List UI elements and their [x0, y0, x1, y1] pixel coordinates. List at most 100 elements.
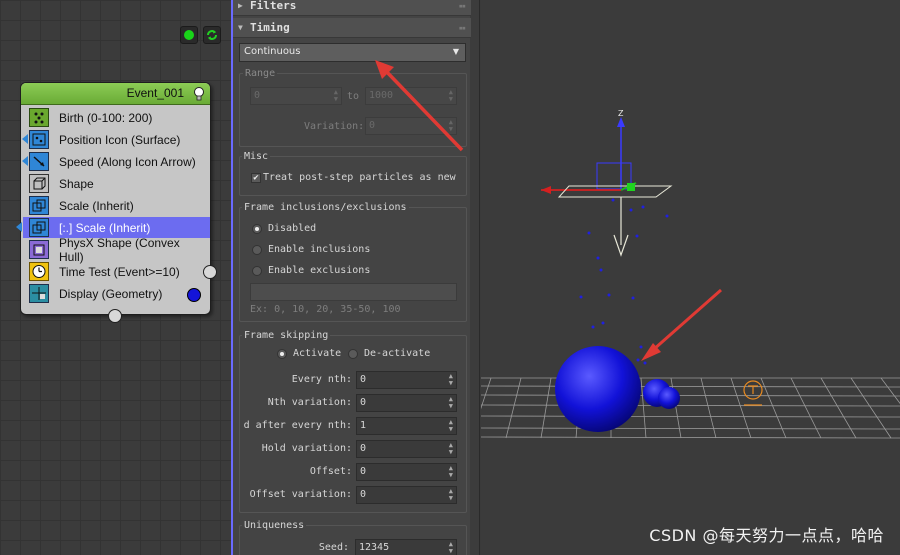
- input-arrow-icon: [16, 222, 22, 232]
- physx-shape-icon: [29, 240, 49, 259]
- operator-label: Time Test (Event>=10): [59, 264, 180, 279]
- event-input-socket[interactable]: [108, 309, 122, 323]
- event-node[interactable]: Event_001 Birth (0-100: 200) Position Ic…: [16, 82, 211, 315]
- offset-variation-label: Offset variation:: [249, 489, 352, 500]
- watermark: CSDN @每天努力一点点，哈哈: [649, 526, 884, 545]
- spinner-value: 0: [360, 397, 367, 408]
- spinner-value: 0: [360, 466, 367, 477]
- green-light-icon: [184, 30, 194, 40]
- scale-icon: [29, 196, 49, 215]
- refresh-icon: [207, 30, 217, 40]
- hold-variation-spinner[interactable]: 0 ▲ ▼: [356, 440, 457, 458]
- every-nth-label: Every nth:: [291, 374, 352, 385]
- operator-label: Speed (Along Icon Arrow): [59, 154, 196, 169]
- disabled-label: Disabled: [268, 223, 317, 234]
- spinner-value: 0: [360, 443, 367, 454]
- event-output-socket[interactable]: [203, 265, 217, 279]
- treat-post-step-checkbox[interactable]: ✔: [251, 173, 261, 183]
- svg-text:Z: Z: [618, 109, 624, 118]
- timing-mode-value: Continuous: [244, 46, 301, 57]
- position-icon: [29, 130, 49, 149]
- operator-speed[interactable]: Speed (Along Icon Arrow): [22, 151, 205, 172]
- deactivate-radio[interactable]: [348, 349, 358, 359]
- small-sphere: [658, 387, 680, 409]
- activate-radio[interactable]: [277, 349, 287, 359]
- time-test-icon: [29, 262, 49, 281]
- range-label: Range: [243, 68, 278, 79]
- operator-shape[interactable]: Shape: [29, 173, 205, 194]
- panel-scrollbar[interactable]: [470, 0, 479, 555]
- spinner-value: 12345: [359, 542, 390, 553]
- misc-title: Misc: [242, 151, 271, 162]
- frame-list-example: Ex: 0, 10, 20, 35-50, 100: [250, 304, 401, 315]
- birth-icon: [29, 108, 49, 127]
- operator-label: PhysX Shape (Convex Hull): [59, 235, 180, 264]
- hold-after-label: d after every nth:: [243, 420, 352, 431]
- spinner-arrows-icon: ▲ ▼: [448, 395, 453, 410]
- spinner-value: 0: [360, 489, 367, 500]
- expand-arrow-icon: ▶: [238, 1, 243, 10]
- spinner-arrows-icon: ▲ ▼: [448, 372, 453, 387]
- event-header[interactable]: Event_001: [21, 83, 210, 105]
- operator-physx-shape[interactable]: PhysX Shape (Convex Hull): [29, 236, 205, 264]
- uniqueness-title: Uniqueness: [242, 520, 307, 531]
- rollout-filters[interactable]: ▶ Filters ▪▪: [233, 0, 471, 16]
- spinner-arrows-icon: ▲ ▼: [448, 487, 453, 502]
- refresh-button[interactable]: [203, 26, 221, 44]
- scale-icon: [29, 218, 49, 237]
- deactivate-label: De-activate: [364, 348, 431, 359]
- spinner-value: 1: [360, 420, 367, 431]
- operator-label: Scale (Inherit): [59, 198, 134, 213]
- collapse-arrow-icon: ▼: [238, 23, 243, 32]
- offset-spinner[interactable]: 0 ▲ ▼: [356, 463, 457, 481]
- enable-inclusions-label: Enable inclusions: [268, 244, 371, 255]
- seed-spinner[interactable]: 12345 ▲ ▼: [355, 539, 457, 555]
- operator-label: Display (Geometry): [59, 286, 163, 301]
- operator-label: Shape: [59, 176, 94, 191]
- operator-position-icon[interactable]: Position Icon (Surface): [22, 129, 205, 150]
- enable-inclusions-radio[interactable]: [252, 245, 262, 255]
- seed-label: Seed:: [318, 542, 349, 553]
- grip-icon: ▪▪: [458, 23, 467, 32]
- frame-skipping-title: Frame skipping: [242, 330, 331, 341]
- viewport-3d[interactable]: Z CSDN @每天努力一点点，哈哈: [481, 0, 900, 555]
- lightbulb-icon[interactable]: [193, 86, 205, 101]
- rollout-title: Timing: [250, 21, 290, 34]
- input-arrow-icon: [22, 134, 28, 144]
- frame-list-input[interactable]: [250, 283, 457, 301]
- every-nth-spinner[interactable]: 0 ▲ ▼: [356, 371, 457, 389]
- operator-label: Birth (0-100: 200): [59, 110, 153, 125]
- operator-birth[interactable]: Birth (0-100: 200): [29, 107, 205, 128]
- spinner-arrows-icon: ▲ ▼: [448, 540, 453, 555]
- event-title: Event_001: [126, 86, 184, 100]
- display-icon: [29, 284, 49, 303]
- operator-scale[interactable]: Scale (Inherit): [29, 195, 205, 216]
- offset-variation-spinner[interactable]: 0 ▲ ▼: [356, 486, 457, 504]
- spinner-value: 0: [360, 374, 367, 385]
- input-arrow-icon: [22, 156, 28, 166]
- spinner-arrows-icon: ▲ ▼: [448, 464, 453, 479]
- operator-label: [:.] Scale (Inherit): [59, 220, 151, 235]
- rollout-title: Filters: [250, 0, 297, 12]
- to-label: to: [347, 91, 360, 102]
- rollout-timing[interactable]: ▼ Timing ▪▪: [233, 18, 471, 38]
- nth-variation-spinner[interactable]: 0 ▲ ▼: [356, 394, 457, 412]
- spinner-arrows-icon: ▲ ▼: [448, 441, 453, 456]
- range-from-spinner[interactable]: 0 ▲ ▼: [250, 87, 342, 105]
- frame-inclusions-title: Frame inclusions/exclusions: [242, 202, 409, 213]
- shape-icon: [29, 174, 49, 193]
- viewport-scene: Z: [481, 0, 900, 555]
- display-color-swatch[interactable]: [187, 288, 201, 302]
- operator-display[interactable]: Display (Geometry): [29, 283, 205, 304]
- enable-event-button[interactable]: [180, 26, 198, 44]
- nth-variation-label: Nth variation:: [267, 397, 352, 408]
- enable-exclusions-radio[interactable]: [252, 266, 262, 276]
- disabled-radio[interactable]: [252, 224, 262, 234]
- activate-label: Activate: [293, 348, 342, 359]
- large-sphere: [555, 346, 641, 432]
- spinner-value: 0: [254, 90, 261, 101]
- operator-time-test[interactable]: Time Test (Event>=10): [29, 261, 205, 282]
- hold-after-spinner[interactable]: 1 ▲ ▼: [356, 417, 457, 435]
- annotation-arrow-timing: [375, 60, 464, 152]
- speed-icon: [29, 152, 49, 171]
